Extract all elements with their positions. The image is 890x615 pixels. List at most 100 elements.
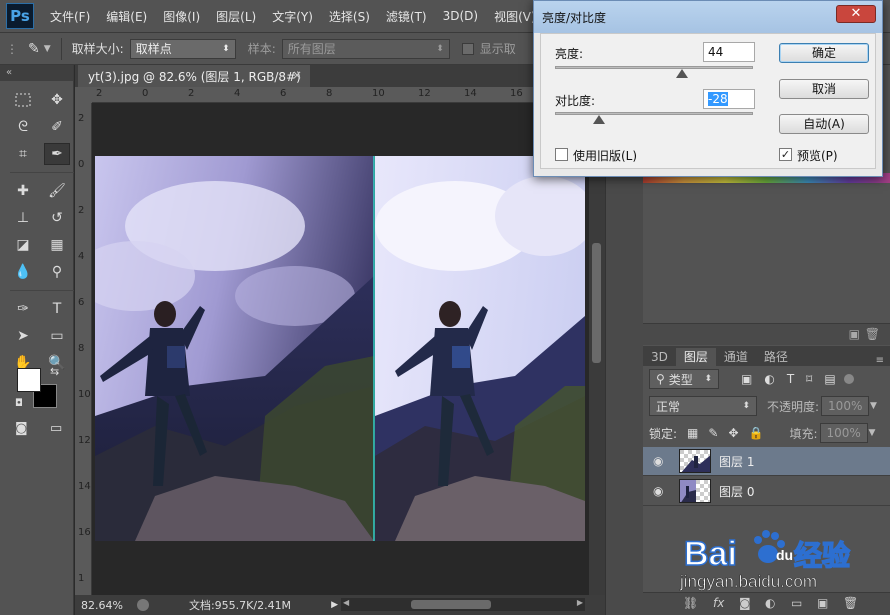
cancel-button[interactable]: 取消 [779,79,869,99]
menu-type[interactable]: 文字(Y) [264,8,321,25]
legacy-checkbox[interactable] [555,148,568,161]
menu-select[interactable]: 选择(S) [321,8,378,25]
dialog-close-button[interactable]: ✕ [836,5,876,23]
rect-marquee-icon[interactable] [10,89,36,111]
opacity-dropdown-icon[interactable]: ▼ [870,401,877,411]
preview-checkbox[interactable]: ✓ [779,148,792,161]
path-select-icon[interactable]: ➤ [10,325,36,347]
filter-type-icon[interactable]: T [787,372,794,386]
dodge-icon[interactable]: ⚲ [44,261,70,283]
fill-dropdown-icon[interactable]: ▼ [869,428,876,438]
lasso-icon[interactable]: ᘓ [10,116,36,138]
visibility-eye-icon[interactable]: ◉ [653,484,671,498]
lock-all-icon[interactable]: 🔒 [749,426,764,440]
contrast-input[interactable]: -28 [703,89,755,109]
scroll-right-icon[interactable]: ▶ [577,598,583,607]
move-tool-icon[interactable]: ✥ [44,89,70,111]
svg-text:du: du [776,547,793,563]
canvas-image[interactable] [95,156,585,541]
menu-3d[interactable]: 3D(D) [435,9,486,23]
ruler-tick-label: 8 [326,88,333,99]
brush-icon[interactable]: 🖌 [44,180,70,202]
scroll-left-icon[interactable]: ◀ [343,598,349,607]
visibility-eye-icon[interactable]: ◉ [653,454,671,468]
layer-filter-select[interactable]: ⚲ 类型 ⬍ [649,369,719,389]
quick-mask-icon[interactable]: ◙ [15,421,28,436]
delete-icon[interactable]: 🗑 [865,327,880,341]
lock-transparent-icon[interactable]: ▦ [687,426,698,440]
brightness-slider-knob[interactable] [675,69,688,78]
menu-image[interactable]: 图像(I) [155,8,208,25]
new-item-icon[interactable]: ▣ [849,327,860,341]
tab-channels[interactable]: 通道 [716,348,756,366]
filter-shape-icon[interactable]: ⌑ [806,372,812,386]
crop-icon[interactable]: ⌗ [10,143,36,165]
quick-select-icon[interactable]: ✐ [44,116,70,138]
rectangle-shape-icon[interactable]: ▭ [44,325,70,347]
filter-pixel-icon[interactable]: ▣ [741,372,752,386]
tab-layers[interactable]: 图层 [675,348,716,366]
default-colors-icon[interactable]: ◘ [15,398,23,409]
sample-size-select[interactable]: 取样点 ⬍ [129,38,236,59]
ruler-tick-label: 16 [510,88,523,99]
menu-filter[interactable]: 滤镜(T) [378,8,435,25]
document-tab[interactable]: yt(3).jpg @ 82.6% (图层 1, RGB/8#) * × [78,65,310,99]
history-brush-icon[interactable]: ↺ [44,207,70,229]
opacity-field[interactable]: 100% [821,396,870,416]
gradient-icon[interactable]: ▦ [44,234,70,256]
baidu-jingyan-watermark: Bai 经验 du jingyan.baidu.com [680,520,880,600]
screen-mode-icon[interactable]: ▭ [50,421,62,436]
tab-3d[interactable]: 3D [643,348,676,366]
ruler-corner [75,87,92,103]
pen-icon[interactable]: ✑ [10,298,36,320]
layers-panel-tabs: 3D 图层 通道 路径 ≡ [643,346,890,366]
horizontal-scroll-thumb[interactable] [411,600,491,609]
filter-toggle-icon[interactable] [843,374,854,384]
auto-button[interactable]: 自动(A) [779,114,869,134]
clone-stamp-icon[interactable]: ⊥ [10,207,36,229]
horizontal-scrollbar[interactable]: ◀ ▶ [341,598,585,611]
blend-mode-select[interactable]: 正常 ⬍ [649,396,757,416]
contrast-slider-knob[interactable] [592,115,605,124]
dialog-titlebar[interactable]: 亮度/对比度 [534,1,882,33]
menu-layer[interactable]: 图层(L) [208,8,264,25]
menu-file[interactable]: 文件(F) [42,8,98,25]
foreground-color-swatch[interactable] [17,368,41,392]
lock-pixels-icon[interactable]: ✎ [708,426,718,440]
filter-adjustment-icon[interactable]: ◐ [764,372,774,386]
brightness-input[interactable]: 44 [703,42,755,62]
fill-field[interactable]: 100% [819,423,868,443]
close-icon[interactable]: × [292,68,302,82]
filter-smart-object-icon[interactable]: ▤ [824,372,835,386]
blur-icon[interactable]: 💧 [10,261,36,283]
dialog-body: 亮度: 44 对比度: -28 使用旧版(L) 确定 取消 自动(A) ✓ 预览… [540,33,876,169]
toolbox-collapse-icon[interactable]: « [0,65,73,81]
status-expand-icon[interactable]: ▶ [331,600,338,610]
layer-row-0[interactable]: ◉ 图层 0 [643,477,890,506]
ok-button[interactable]: 确定 [779,43,869,63]
show-ring-checkbox[interactable] [461,42,474,55]
select-arrows-icon: ⬍ [222,43,230,54]
swap-colors-icon[interactable]: ⇆ [50,365,59,378]
zoom-level[interactable]: 82.64% [81,599,123,612]
layer-row-1[interactable]: ◉ 图层 1 [643,447,890,476]
horizontal-ruler[interactable]: 202468101214161820 [92,87,615,103]
status-menu-icon[interactable] [136,599,149,611]
tab-paths[interactable]: 路径 [756,348,796,366]
eraser-icon[interactable]: ◪ [10,234,36,256]
eyedropper-tool-icon[interactable]: ✎ [28,41,40,57]
type-tool-icon[interactable]: T [44,298,70,320]
eyedropper-icon[interactable]: ✒ [44,143,70,165]
ruler-tick-label: 6 [280,88,287,99]
lock-position-icon[interactable]: ✥ [728,426,738,440]
contrast-slider-track[interactable] [555,112,753,115]
healing-brush-icon[interactable]: ✚ [10,180,36,202]
tool-preset-arrow-icon[interactable]: ▼ [44,44,51,54]
vertical-scroll-thumb[interactable] [592,243,601,363]
sample-select[interactable]: 所有图层 ⬍ [281,38,450,59]
panel-menu-icon[interactable]: ≡ [876,355,884,366]
vertical-ruler[interactable]: 2 0 2 4 6 8 10 12 14 16 1 [75,103,92,595]
menu-edit[interactable]: 编辑(E) [98,8,155,25]
ruler-tick-label: 1 [78,573,85,584]
brightness-slider-track[interactable] [555,66,753,69]
